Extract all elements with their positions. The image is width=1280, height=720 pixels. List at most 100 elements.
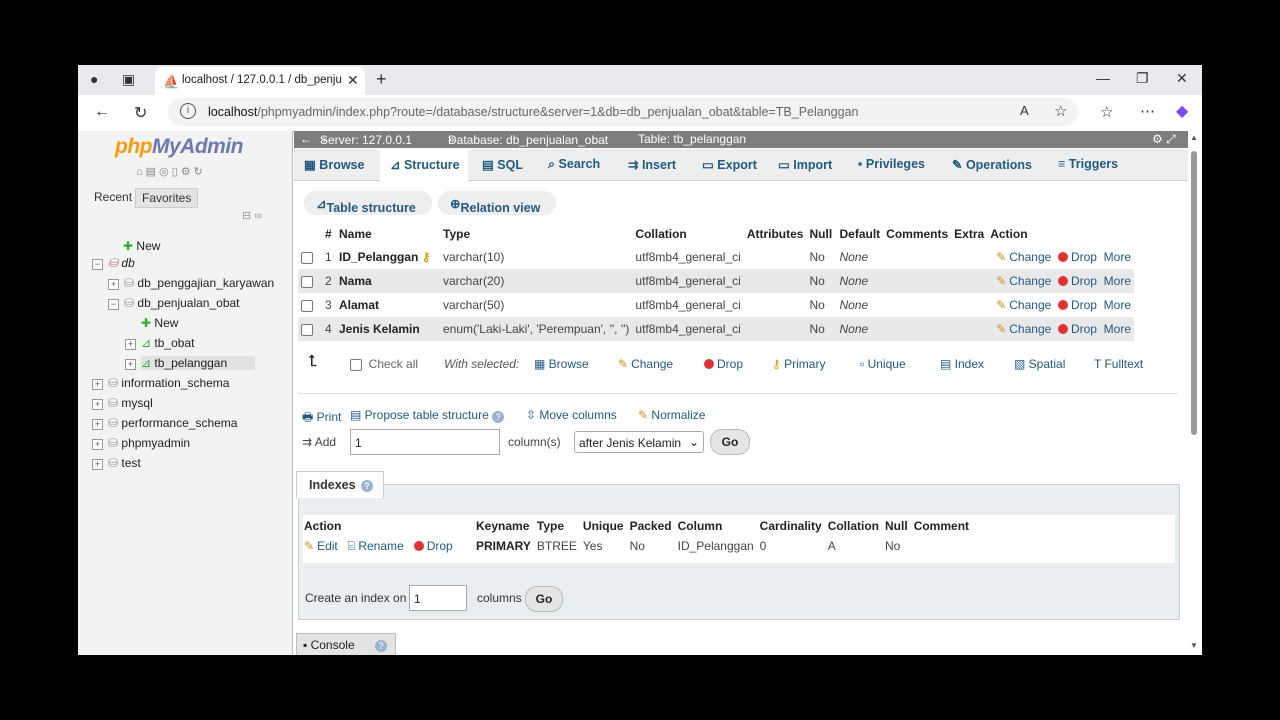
site-info-icon[interactable]: i [180, 103, 196, 119]
index-edit-link[interactable]: ✎ Edit [304, 539, 338, 553]
browser-tab[interactable]: ⛵ localhost / 127.0.0.1 / db_penjual ✕ [155, 67, 365, 95]
tree-item-db-penjualan-obat[interactable]: ⛁ db_penjualan_obat [124, 296, 240, 310]
more-link[interactable]: More [1104, 322, 1131, 336]
more-menu-icon[interactable]: ⋯ [1140, 102, 1155, 120]
close-window-icon[interactable]: ✕ [1176, 70, 1188, 87]
reload-icon[interactable]: ↻ [134, 103, 147, 123]
tab-privileges[interactable]: ▪ Privileges [858, 157, 925, 171]
tab-sql[interactable]: ▤ SQL [482, 157, 523, 172]
favorites-bar-icon[interactable]: ☆ [1100, 103, 1113, 121]
index-rename-link[interactable]: ⌸ Rename [348, 539, 404, 553]
tree-item-new-table[interactable]: ✚ New [141, 316, 178, 330]
check-all[interactable]: Check all [350, 357, 418, 371]
more-link[interactable]: More [1104, 274, 1131, 288]
drop-link[interactable]: Drop [1057, 274, 1097, 288]
bulk-index[interactable]: ▤ Index [940, 357, 984, 371]
row-checkbox[interactable] [301, 251, 313, 264]
collapse-all-icon[interactable]: ⊟ ∞ [242, 209, 262, 222]
collapse-arrow-icon[interactable]: ← [300, 132, 312, 146]
add-count-input[interactable]: 1 [350, 429, 500, 455]
read-aloud-icon[interactable]: A [1020, 103, 1029, 118]
bulk-unique[interactable]: ▫ Unique [860, 357, 906, 371]
scroll-down-icon[interactable]: ▼ [1190, 641, 1198, 650]
expand-icon[interactable]: + [92, 399, 103, 410]
bulk-primary[interactable]: ⚷ Primary [772, 357, 825, 371]
collapse-icon[interactable]: − [92, 259, 103, 270]
expand-icon[interactable]: + [108, 279, 119, 290]
drop-link[interactable]: Drop [1057, 298, 1097, 312]
move-columns-link[interactable]: ⇳ Move columns [526, 408, 617, 422]
bulk-drop[interactable]: Drop [704, 357, 743, 371]
print-link[interactable]: 🖶 Print [302, 408, 341, 429]
more-link[interactable]: More [1104, 250, 1131, 264]
expand-icon[interactable]: + [125, 339, 136, 350]
row-checkbox[interactable] [301, 323, 313, 336]
tree-item-tb-pelanggan[interactable]: ⊿ tb_pelanggan [141, 356, 256, 370]
console-toggle[interactable]: ▪ Console? [296, 633, 396, 655]
close-tab-icon[interactable]: ✕ [347, 72, 359, 89]
scroll-up-icon[interactable]: ▲ [1190, 133, 1198, 142]
tree-item-information-schema[interactable]: ⛁ information_schema [108, 376, 229, 390]
bulk-spatial[interactable]: ▧ Spatial [1014, 357, 1065, 371]
drop-link[interactable]: Drop [1057, 322, 1097, 336]
expand-icon[interactable]: + [125, 359, 136, 370]
phpmyadmin-logo[interactable]: phpMyAdmin [115, 135, 243, 159]
tree-item-db[interactable]: ⛁ db [108, 256, 135, 270]
favorites-tab[interactable]: Favorites [135, 188, 199, 208]
tree-item-db-penggajian[interactable]: ⛁ db_penggajian_karyawan [124, 276, 274, 290]
normalize-link[interactable]: ✎ Normalize [638, 408, 705, 422]
bulk-change[interactable]: ✎ Change [618, 357, 673, 371]
tree-item-tb-obat[interactable]: ⊿ tb_obat [141, 336, 194, 350]
expand-icon[interactable]: + [92, 379, 103, 390]
back-icon[interactable]: ← [94, 103, 110, 121]
change-link[interactable]: ✎ Change [996, 250, 1051, 264]
favorite-star-icon[interactable]: ☆ [1054, 102, 1067, 120]
url-field[interactable]: i localhost/phpmyadmin/index.php?route=/… [168, 98, 1078, 126]
tree-item-phpmyadmin[interactable]: ⛁ phpmyadmin [108, 436, 190, 450]
tab-search[interactable]: ⌕ Search [548, 157, 600, 172]
tab-actions-icon[interactable]: ▣ [122, 71, 135, 88]
maximize-icon[interactable]: ❐ [1136, 70, 1149, 87]
tab-triggers[interactable]: ≡ Triggers [1058, 157, 1118, 171]
expand-icon[interactable]: + [92, 419, 103, 430]
tab-export[interactable]: ▭ Export [702, 157, 757, 172]
change-link[interactable]: ✎ Change [996, 274, 1051, 288]
tab-insert[interactable]: ⇉ Insert [628, 157, 676, 172]
settings-icon[interactable]: ⚙ ⤢ [1152, 132, 1176, 147]
tree-item-mysql[interactable]: ⛁ mysql [108, 396, 153, 410]
breadcrumb-database[interactable]: Database: db_penjualan_obat » [448, 132, 608, 147]
bulk-browse[interactable]: ▦ Browse [534, 357, 589, 371]
bulk-fulltext[interactable]: T Fulltext [1094, 357, 1143, 371]
profile-icon[interactable]: ● [90, 71, 98, 87]
subtab-table-structure[interactable]: ⊿ Table structure [304, 191, 432, 215]
tree-item-test[interactable]: ⛁ test [108, 456, 141, 470]
new-tab-icon[interactable]: + [376, 69, 387, 90]
tab-operations[interactable]: ✎ Operations [952, 157, 1032, 172]
nav-quick-icons[interactable]: ⌂▤◎▯⚙↻ [136, 165, 206, 178]
tab-structure[interactable]: ⊿ Structure [390, 157, 460, 172]
subtab-relation-view[interactable]: ⊕ Relation view [438, 191, 556, 215]
more-link[interactable]: More [1104, 298, 1131, 312]
add-go-button[interactable]: Go [710, 429, 750, 455]
index-drop-link[interactable]: Drop [413, 539, 453, 553]
page-scrollbar[interactable]: ▲ ▼ [1188, 131, 1202, 655]
tree-item-new[interactable]: ✚ New [123, 239, 160, 253]
collapse-icon[interactable]: − [108, 299, 119, 310]
expand-icon[interactable]: + [92, 459, 103, 470]
breadcrumb-server[interactable]: Server: 127.0.0.1 » [320, 132, 412, 147]
change-link[interactable]: ✎ Change [996, 298, 1051, 312]
row-checkbox[interactable] [301, 299, 313, 312]
change-link[interactable]: ✎ Change [996, 322, 1051, 336]
breadcrumb-table[interactable]: Table: tb_pelanggan [638, 132, 746, 146]
tree-item-performance-schema[interactable]: ⛁ performance_schema [108, 416, 237, 430]
scrollbar-thumb[interactable] [1191, 151, 1197, 435]
expand-icon[interactable]: + [92, 439, 103, 450]
create-index-go-button[interactable]: Go [525, 586, 563, 612]
tab-browse[interactable]: ▦ Browse [304, 157, 364, 172]
propose-structure-link[interactable]: ▤ Propose table structure ? [350, 408, 505, 423]
minimize-icon[interactable]: — [1096, 70, 1110, 86]
drop-link[interactable]: Drop [1057, 250, 1097, 264]
tab-import[interactable]: ▭ Import [778, 157, 832, 172]
recent-tab[interactable]: Recent [88, 188, 138, 206]
position-select[interactable]: after Jenis Kelamin ⌄ [574, 431, 704, 453]
